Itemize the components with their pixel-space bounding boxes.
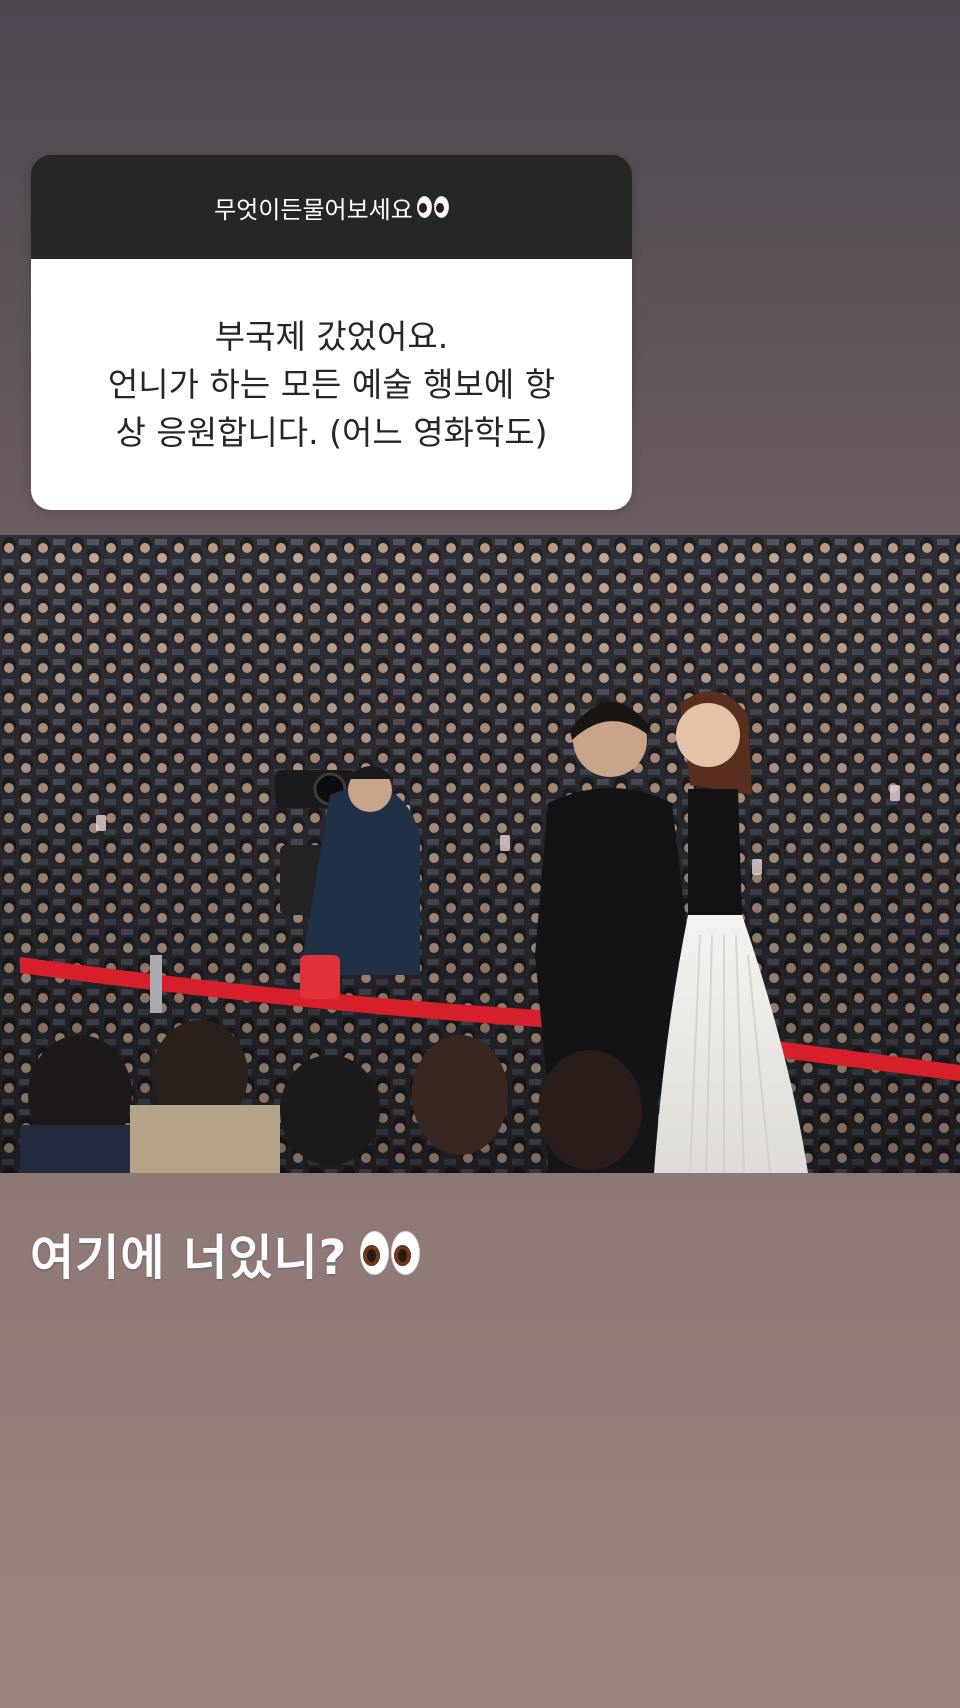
question-prompt: 무엇이든물어보세요 bbox=[214, 195, 413, 224]
story-view[interactable]: 무엇이든물어보세요 부국제 갔었어요. 언니가 하는 모든 예술 행보에 항 상… bbox=[0, 0, 960, 1708]
question-sticker[interactable]: 무엇이든물어보세요 부국제 갔었어요. 언니가 하는 모든 예술 행보에 항 상… bbox=[31, 155, 632, 510]
answer-line: 언니가 하는 모든 예술 행보에 항 bbox=[107, 364, 556, 404]
question-answer: 부국제 갔었어요. 언니가 하는 모든 예술 행보에 항 상 응원합니다. (어… bbox=[31, 259, 632, 510]
answer-line: 상 응원합니다. (어느 영화학도) bbox=[115, 412, 548, 452]
caption-text: 여기에 너있니? bbox=[30, 1230, 348, 1286]
story-caption: 여기에 너있니? bbox=[30, 1218, 420, 1288]
answer-line: 부국제 갔었어요. bbox=[214, 316, 449, 356]
eyes-icon bbox=[359, 1231, 420, 1275]
eyes-icon bbox=[416, 196, 449, 218]
event-photo bbox=[0, 535, 960, 1173]
question-sticker-header: 무엇이든물어보세요 bbox=[31, 155, 632, 259]
